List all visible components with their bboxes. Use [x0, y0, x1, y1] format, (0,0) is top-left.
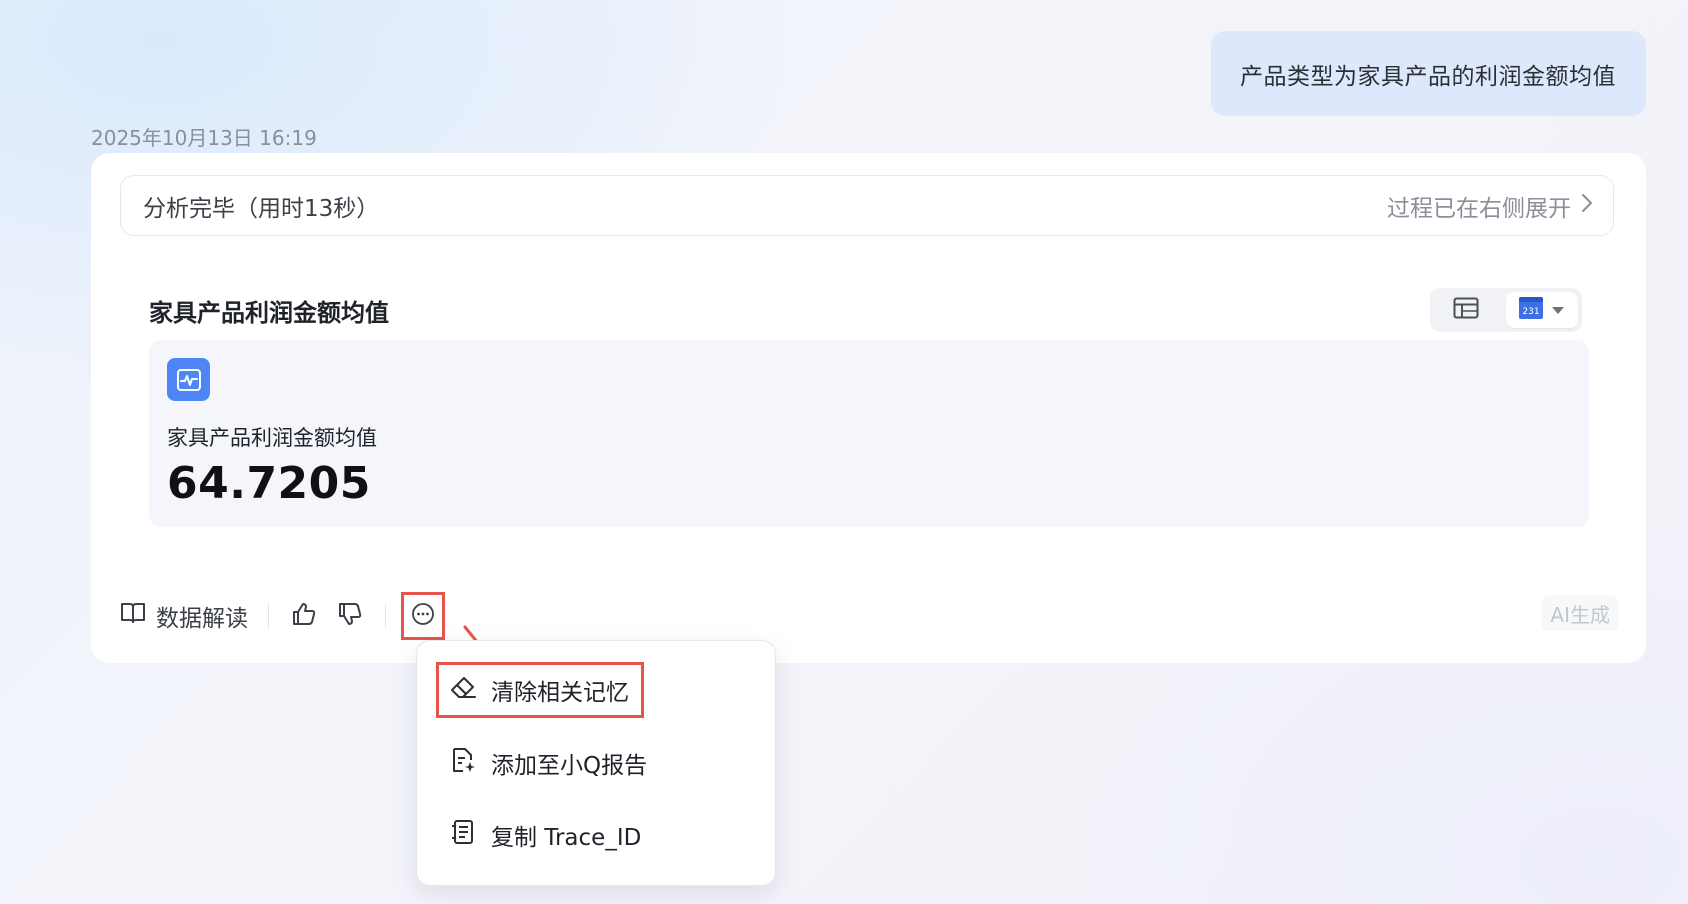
table-view-button[interactable] [1430, 288, 1502, 332]
indicator-icon-glyph: 231 [1522, 307, 1539, 317]
action-divider [385, 604, 386, 628]
process-expand-link[interactable]: 过程已在右侧展开 [1387, 189, 1593, 223]
dropdown-caret-icon [1551, 301, 1565, 320]
document-list-icon [449, 818, 477, 852]
eraser-icon [449, 673, 477, 707]
analysis-status-bar[interactable]: 分析完毕（用时13秒） 过程已在右侧展开 [120, 175, 1614, 236]
clear-memory-menu-item[interactable]: 清除相关记忆 [436, 662, 644, 718]
open-book-icon [120, 601, 146, 631]
thumbs-down-button[interactable] [335, 601, 365, 631]
thumbs-down-icon [337, 601, 363, 631]
add-to-report-menu-item[interactable]: 添加至小Q报告 [439, 738, 659, 788]
add-to-report-label: 添加至小Q报告 [491, 753, 648, 779]
user-message-bubble: 产品类型为家具产品的利润金额均值 [1211, 31, 1646, 116]
data-interpret-label: 数据解读 [156, 606, 248, 632]
more-actions-button[interactable] [401, 592, 445, 640]
indicator-card-icon: 231 [1519, 297, 1543, 323]
answer-action-bar: 数据解读 [120, 592, 445, 640]
copy-trace-id-label: 复制 Trace_ID [491, 825, 642, 851]
indicator-view-dropdown[interactable]: 231 [1506, 292, 1578, 328]
clear-memory-label: 清除相关记忆 [491, 680, 629, 706]
report-add-icon [449, 746, 477, 780]
metric-indicator-card: 家具产品利润金额均值 64.7205 [149, 340, 1589, 527]
action-divider [268, 604, 269, 628]
data-interpret-button[interactable]: 数据解读 [120, 599, 248, 633]
answer-timestamp: 2025年10月13日 16:19 [91, 126, 317, 150]
thumbs-up-icon [291, 601, 317, 631]
answer-card: 分析完毕（用时13秒） 过程已在右侧展开 家具产品利润金额均值 231 家具产品… [91, 153, 1646, 663]
more-actions-menu: 清除相关记忆 添加至小Q报告 复制 Trace_ID [416, 640, 776, 886]
thumbs-up-button[interactable] [289, 601, 319, 631]
copy-trace-id-menu-item[interactable]: 复制 Trace_ID [439, 810, 653, 860]
metric-value: 64.7205 [167, 458, 371, 509]
analysis-status-label: 分析完毕（用时13秒） [143, 195, 380, 222]
ai-generated-badge: AI生成 [1542, 595, 1618, 631]
chevron-right-icon [1581, 193, 1593, 219]
process-expand-label: 过程已在右侧展开 [1387, 195, 1571, 222]
table-icon [1453, 297, 1479, 323]
pulse-chart-icon [167, 358, 210, 401]
user-message-text: 产品类型为家具产品的利润金额均值 [1240, 63, 1616, 90]
view-switch: 231 [1430, 288, 1582, 332]
result-title: 家具产品利润金额均值 [149, 299, 389, 327]
more-dots-icon [411, 602, 435, 630]
metric-label: 家具产品利润金额均值 [167, 426, 377, 450]
